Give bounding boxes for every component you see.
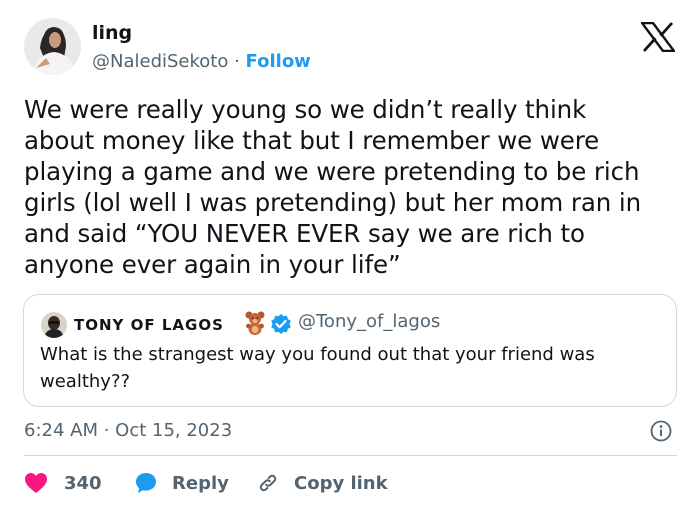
verified-badge-icon [270, 313, 292, 335]
quoted-tweet-card[interactable]: TONY OF LAGOS @Tony_of_lagos What is the… [23, 294, 677, 407]
actions-divider [24, 455, 677, 456]
reply-bubble-icon [134, 471, 158, 495]
handle-separator: · [228, 51, 246, 72]
x-logo-icon[interactable] [639, 21, 677, 53]
tweet-text: We were really young so we didn’t really… [24, 95, 642, 279]
heart-icon [24, 472, 48, 494]
quoted-author-handle[interactable]: @Tony_of_lagos [298, 311, 440, 332]
author-display-name[interactable]: ling [92, 22, 132, 44]
like-button[interactable]: 340 [24, 470, 102, 496]
like-count: 340 [64, 472, 102, 494]
reply-button[interactable]: Reply [134, 470, 229, 496]
quoted-tweet-text: What is the strangest way you found out … [40, 344, 595, 392]
follow-button[interactable]: Follow [246, 51, 311, 72]
info-icon[interactable] [650, 420, 672, 442]
teddy-bear-emoji-icon [244, 311, 266, 335]
quoted-author-name[interactable]: TONY OF LAGOS [74, 316, 224, 334]
copy-link-button[interactable]: Copy link [256, 470, 388, 496]
quoted-author-avatar[interactable] [41, 312, 67, 338]
reply-label: Reply [172, 472, 229, 494]
author-avatar[interactable] [24, 18, 81, 75]
copy-link-label: Copy link [294, 472, 388, 494]
author-handle[interactable]: @NalediSekoto [92, 51, 228, 72]
tweet-timestamp[interactable]: 6:24 AM · Oct 15, 2023 [24, 420, 232, 441]
author-handle-line: @NalediSekoto · Follow [92, 51, 311, 72]
link-icon [256, 471, 280, 495]
